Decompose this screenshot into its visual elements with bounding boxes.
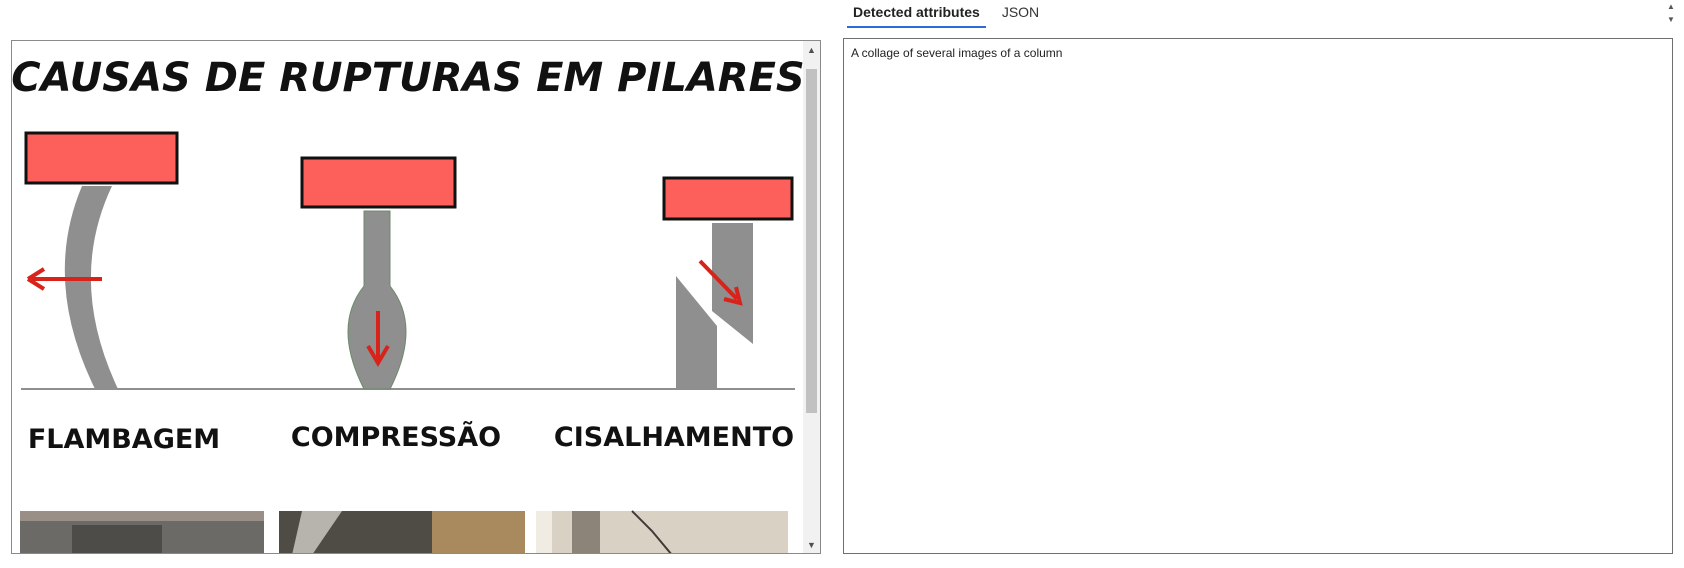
tab-json[interactable]: JSON: [996, 0, 1045, 26]
label-buckling: FLAMBAGEM: [28, 424, 220, 455]
image-preview-panel[interactable]: CAUSAS DE RUPTURAS EM PILARES FLAMBAGEM: [11, 40, 821, 554]
shear-diagram: [662, 176, 794, 389]
tab-label: Detected attributes: [853, 4, 980, 20]
tab-detected-attributes[interactable]: Detected attributes: [847, 0, 986, 28]
attributes-output-panel[interactable]: A collage of several images of a column: [843, 38, 1673, 554]
poster-title: CAUSAS DE RUPTURAS EM PILARES: [12, 55, 804, 101]
scroll-up-arrow-icon[interactable]: ▲: [803, 41, 820, 58]
scroll-thumb[interactable]: [806, 69, 817, 413]
label-compression: COMPRESSÃO: [291, 421, 501, 453]
image-scrollbar[interactable]: ▲ ▼: [803, 41, 820, 553]
caption-text: A collage of several images of a column: [851, 46, 1063, 60]
scroll-down-arrow-icon[interactable]: ▼: [803, 536, 820, 553]
spinner-down-icon[interactable]: ▼: [1664, 13, 1678, 26]
photo-strip: [20, 510, 788, 553]
label-shear: CISALHAMENTO: [554, 422, 794, 453]
tab-label: JSON: [1001, 4, 1040, 20]
panel-spinner[interactable]: ▲ ▼: [1664, 0, 1678, 26]
result-tabs: Detected attributes JSON: [847, 0, 1055, 30]
poster-image: CAUSAS DE RUPTURAS EM PILARES FLAMBAGEM: [12, 55, 804, 553]
spinner-up-icon[interactable]: ▲: [1664, 0, 1678, 13]
compression-diagram: [300, 156, 457, 390]
buckling-diagram: [24, 131, 179, 389]
